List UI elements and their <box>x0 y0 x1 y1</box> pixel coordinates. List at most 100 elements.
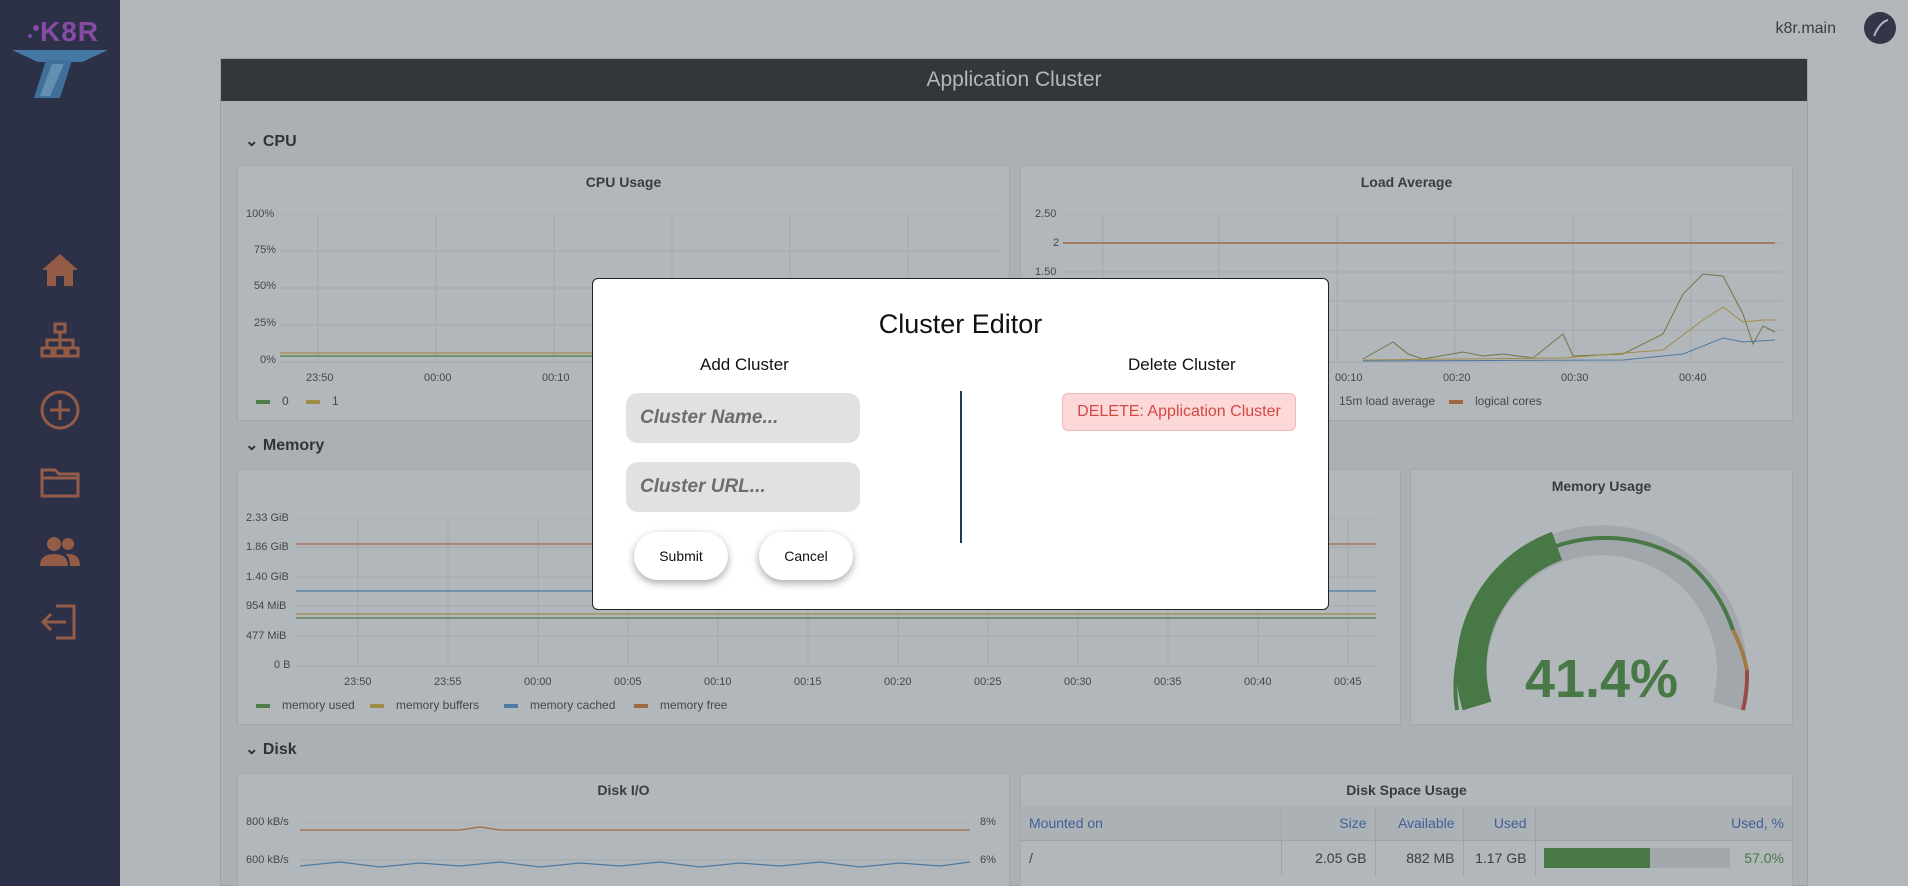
disk-io-chart: Disk I/O 800 kB/s 600 kB/s 8% 6% <box>237 773 1010 886</box>
legend-swatch <box>256 399 270 404</box>
memory-section-title[interactable]: ⌄ Memory <box>245 435 324 455</box>
y-tick: 50% <box>254 280 277 292</box>
x-tick: 00:00 <box>524 676 552 688</box>
delete-cluster-title: Delete Cluster <box>1128 355 1236 374</box>
legend-item[interactable]: 0 <box>256 394 289 408</box>
cluster-tree-icon[interactable] <box>38 318 82 362</box>
x-tick: 00:20 <box>884 676 912 688</box>
x-tick: 00:10 <box>704 676 732 688</box>
logout-icon[interactable] <box>38 600 82 644</box>
logo-text: K8R <box>40 16 100 47</box>
used-cell: 1.17 GB <box>1463 839 1536 876</box>
used-percent-cell: 57.0% <box>1535 839 1792 876</box>
add-cluster-title: Add Cluster <box>700 355 789 374</box>
column-header[interactable]: Used, % <box>1535 806 1792 840</box>
x-tick: 00:40 <box>1244 676 1272 688</box>
y-tick: 600 kB/s <box>246 854 289 866</box>
cluster-editor-modal: Cluster Editor Add Cluster Delete Cluste… <box>592 278 1329 610</box>
cpu-section-label: CPU <box>262 133 297 150</box>
cluster-url-input[interactable] <box>626 462 860 512</box>
disk-section-label: Disk <box>262 741 297 758</box>
submit-button[interactable]: Submit <box>634 532 728 580</box>
y-tick: 954 MiB <box>246 600 287 612</box>
x-tick: 00:25 <box>974 676 1002 688</box>
size-cell: 2.05 GB <box>1281 839 1376 876</box>
column-header[interactable]: Mounted on <box>1021 806 1282 840</box>
legend-item[interactable]: memory free <box>634 698 727 712</box>
y-tick: 477 MiB <box>246 630 287 642</box>
x-tick: 00:35 <box>1154 676 1182 688</box>
y-tick: 1.86 GiB <box>246 541 289 553</box>
legend-item[interactable]: memory cached <box>504 698 615 712</box>
caret-icon: ⌄ <box>245 741 259 758</box>
disk-table: Mounted on Size Available Used Used, % /… <box>1021 806 1792 876</box>
memory-usage-title: Memory Usage <box>1551 478 1652 494</box>
cpu-section-title[interactable]: ⌄ CPU <box>245 131 297 151</box>
y-tick: 1.50 <box>1035 266 1057 278</box>
usage-bar-track <box>1543 848 1730 869</box>
delete-cluster-button[interactable]: DELETE: Application Cluster <box>1062 393 1296 431</box>
legend-label: memory free <box>660 698 728 712</box>
legend-item[interactable]: 1 <box>306 394 339 408</box>
disk-io-title: Disk I/O <box>597 782 650 798</box>
sidebar: K8R <box>0 0 120 886</box>
x-tick: 00:15 <box>794 676 822 688</box>
disk-space-table: Disk Space Usage Mounted on Size Availab… <box>1020 773 1793 886</box>
legend-item[interactable]: logical cores <box>1449 394 1542 408</box>
available-cell: 882 MB <box>1375 839 1464 876</box>
usage-bar-fill <box>1543 848 1650 869</box>
memory-section-label: Memory <box>262 437 325 454</box>
y-tick: 2.50 <box>1035 208 1057 220</box>
y-tick: 800 kB/s <box>246 816 289 828</box>
add-circle-icon[interactable] <box>38 388 82 432</box>
series-line <box>1362 306 1775 361</box>
table-row: / 2.05 GB 882 MB 1.17 GB 57.0% <box>1021 839 1792 876</box>
x-tick: 00:30 <box>1064 676 1092 688</box>
column-divider <box>960 391 962 543</box>
legend-swatch <box>256 703 270 708</box>
column-header[interactable]: Used <box>1463 806 1536 840</box>
modal-title: Cluster Editor <box>878 309 1043 339</box>
x-tick: 00:20 <box>1443 372 1471 384</box>
legend-label: logical cores <box>1475 394 1542 408</box>
legend-label: memory cached <box>530 698 616 712</box>
y-tick: 1.40 GiB <box>246 571 289 583</box>
legend-swatch <box>1449 399 1463 404</box>
x-tick: 00:00 <box>424 372 452 384</box>
users-icon[interactable] <box>38 530 82 574</box>
panel-title: Application Cluster <box>221 59 1807 101</box>
legend-item[interactable]: memory buffers <box>370 698 479 712</box>
cancel-button[interactable]: Cancel <box>759 532 853 580</box>
user-name[interactable]: k8r.main <box>1776 20 1836 38</box>
y-tick: 2 <box>1053 237 1060 249</box>
folder-icon[interactable] <box>38 460 82 504</box>
y-tick: 25% <box>254 317 277 329</box>
column-header[interactable]: Size <box>1281 806 1376 840</box>
used-percent-text: 57.0% <box>1744 850 1784 867</box>
series-line <box>300 861 970 868</box>
caret-icon: ⌄ <box>245 437 259 454</box>
legend-item[interactable]: memory used <box>256 698 355 712</box>
legend-swatch <box>306 399 320 404</box>
disk-space-title: Disk Space Usage <box>1346 782 1467 798</box>
y-tick: 100% <box>246 208 275 220</box>
disk-section-title[interactable]: ⌄ Disk <box>245 739 297 759</box>
k8r-logo[interactable]: K8R <box>12 14 108 104</box>
x-tick: 00:10 <box>542 372 570 384</box>
column-header[interactable]: Available <box>1375 806 1464 840</box>
mount-cell: / <box>1021 839 1282 876</box>
avatar[interactable] <box>1864 12 1896 44</box>
x-tick: 00:05 <box>614 676 642 688</box>
home-icon[interactable] <box>38 248 82 292</box>
x-tick: 00:40 <box>1679 372 1707 384</box>
memory-usage-value: 41.4% <box>1524 649 1679 709</box>
cluster-name-input[interactable] <box>626 393 860 443</box>
disk-io-plot <box>300 822 970 868</box>
cpu-usage-title: CPU Usage <box>585 174 662 190</box>
legend-label: 15m load average <box>1339 394 1436 408</box>
series-line <box>300 826 970 831</box>
avatar-graphic <box>1873 19 1889 37</box>
table-header-row: Mounted on Size Available Used Used, % <box>1021 806 1792 840</box>
y-tick: 0 B <box>274 659 291 671</box>
legend-item[interactable]: 15m load average <box>1339 394 1435 408</box>
